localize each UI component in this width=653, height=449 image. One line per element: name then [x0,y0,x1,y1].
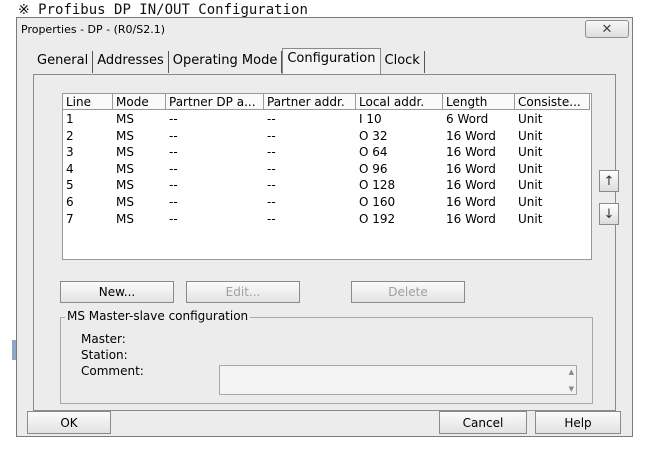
cell-mode: MS [116,211,134,226]
cell-partner-addr: -- [267,145,276,160]
cell-local-addr: O 64 [359,145,388,160]
column-header-local-addr[interactable]: Local addr. [356,94,443,110]
table-row[interactable]: 2 MS -- -- O 32 16 Word Unit [63,128,591,145]
tab-clock[interactable]: Clock [381,51,425,73]
cell-consistency: Unit [518,112,543,126]
cell-local-addr: O 32 [359,128,388,143]
cell-partner-dp: -- [169,112,178,126]
comment-label: Comment: [81,364,144,378]
cell-consistency: Unit [518,211,543,226]
close-button[interactable]: ✕ [585,20,629,38]
cell-mode: MS [116,112,134,126]
cell-mode: MS [116,195,134,209]
cell-partner-addr: -- [267,211,276,226]
edit-button[interactable]: Edit... [186,281,300,303]
cell-length: 16 Word [446,161,496,176]
arrow-down-icon: ↓ [603,206,615,222]
configuration-panel: Line Mode Partner DP a... Partner addr. … [33,74,619,411]
cell-length: 16 Word [446,178,496,193]
column-header-mode[interactable]: Mode [113,94,166,110]
column-header-consistency[interactable]: Consiste... [515,94,590,110]
cell-partner-dp: -- [169,211,178,226]
cell-partner-addr: -- [267,161,276,176]
new-button[interactable]: New... [60,281,174,303]
tab-general[interactable]: General [33,51,94,73]
cell-local-addr: O 192 [359,211,396,226]
cell-consistency: Unit [518,161,543,176]
cell-length: 16 Word [446,211,496,226]
close-icon: ✕ [601,21,613,37]
comment-field[interactable]: ▲ ▼ [219,365,577,395]
delete-button[interactable]: Delete [351,281,465,303]
column-header-partner-addr[interactable]: Partner addr. [264,94,356,110]
cell-partner-dp: -- [169,128,178,143]
cell-line: 5 [66,178,74,193]
cell-partner-addr: -- [267,112,276,126]
configuration-table[interactable]: Line Mode Partner DP a... Partner addr. … [62,93,592,260]
cell-consistency: Unit [518,145,543,160]
cell-line: 3 [66,145,74,160]
tab-addresses[interactable]: Addresses [93,51,169,73]
table-row[interactable]: 5 MS -- -- O 128 16 Word Unit [63,177,591,194]
help-button[interactable]: Help [535,411,621,434]
cell-partner-dp: -- [169,161,178,176]
move-up-button[interactable]: ↑ [599,170,619,192]
cell-local-addr: O 128 [359,178,396,193]
column-header-line[interactable]: Line [63,94,113,110]
cell-mode: MS [116,128,134,143]
cell-line: 4 [66,161,74,176]
table-row[interactable]: 4 MS -- -- O 96 16 Word Unit [63,161,591,178]
table-row[interactable]: 1 MS -- -- I 10 6 Word Unit [63,111,591,128]
cell-local-addr: O 160 [359,195,396,209]
cell-partner-addr: -- [267,178,276,193]
tab-configuration[interactable]: Configuration [282,48,381,74]
cell-mode: MS [116,178,134,193]
table-header: Line Mode Partner DP a... Partner addr. … [63,94,591,110]
arrow-up-icon: ↑ [603,173,615,189]
cell-line: 7 [66,211,74,226]
ok-button[interactable]: OK [27,411,111,434]
cell-partner-dp: -- [169,178,178,193]
cell-line: 1 [66,112,74,126]
cell-partner-dp: -- [169,195,178,209]
cell-partner-dp: -- [169,145,178,160]
cell-consistency: Unit [518,178,543,193]
cell-local-addr: O 96 [359,161,388,176]
title-bar: Properties - DP - (R0/S2.1) ✕ [17,18,632,44]
cell-partner-addr: -- [267,128,276,143]
properties-dialog: Properties - DP - (R0/S2.1) ✕ General Ad… [16,17,633,437]
cell-line: 6 [66,195,74,209]
scroll-down-icon[interactable]: ▼ [569,385,574,393]
cell-length: 16 Word [446,195,496,209]
master-label: Master: [81,332,126,346]
station-label: Station: [81,348,128,362]
scroll-up-icon[interactable]: ▲ [569,368,574,376]
cell-local-addr: I 10 [359,112,382,126]
cell-length: 6 Word [446,112,489,126]
page-caption: ※ Profibus DP IN/OUT Configuration [18,2,308,18]
table-row[interactable]: 6 MS -- -- O 160 16 Word Unit [63,194,591,211]
groupbox-title: MS Master-slave configuration [65,309,251,323]
cell-line: 2 [66,128,74,143]
master-slave-groupbox: MS Master-slave configuration Master: St… [60,309,593,404]
cell-mode: MS [116,145,134,160]
column-header-partner-dp[interactable]: Partner DP a... [166,94,264,110]
table-row[interactable]: 7 MS -- -- O 192 16 Word Unit [63,211,591,228]
move-down-button[interactable]: ↓ [599,203,619,225]
column-header-length[interactable]: Length [443,94,515,110]
cell-length: 16 Word [446,128,496,143]
window-title: Properties - DP - (R0/S2.1) [21,23,166,36]
cell-consistency: Unit [518,195,543,209]
cell-length: 16 Word [446,145,496,160]
tab-operating-mode[interactable]: Operating Mode [169,51,283,73]
cancel-button[interactable]: Cancel [439,411,527,434]
cell-partner-addr: -- [267,195,276,209]
cell-mode: MS [116,161,134,176]
cell-consistency: Unit [518,128,543,143]
tab-strip: General Addresses Operating Mode Configu… [33,48,425,74]
table-row[interactable]: 3 MS -- -- O 64 16 Word Unit [63,144,591,161]
